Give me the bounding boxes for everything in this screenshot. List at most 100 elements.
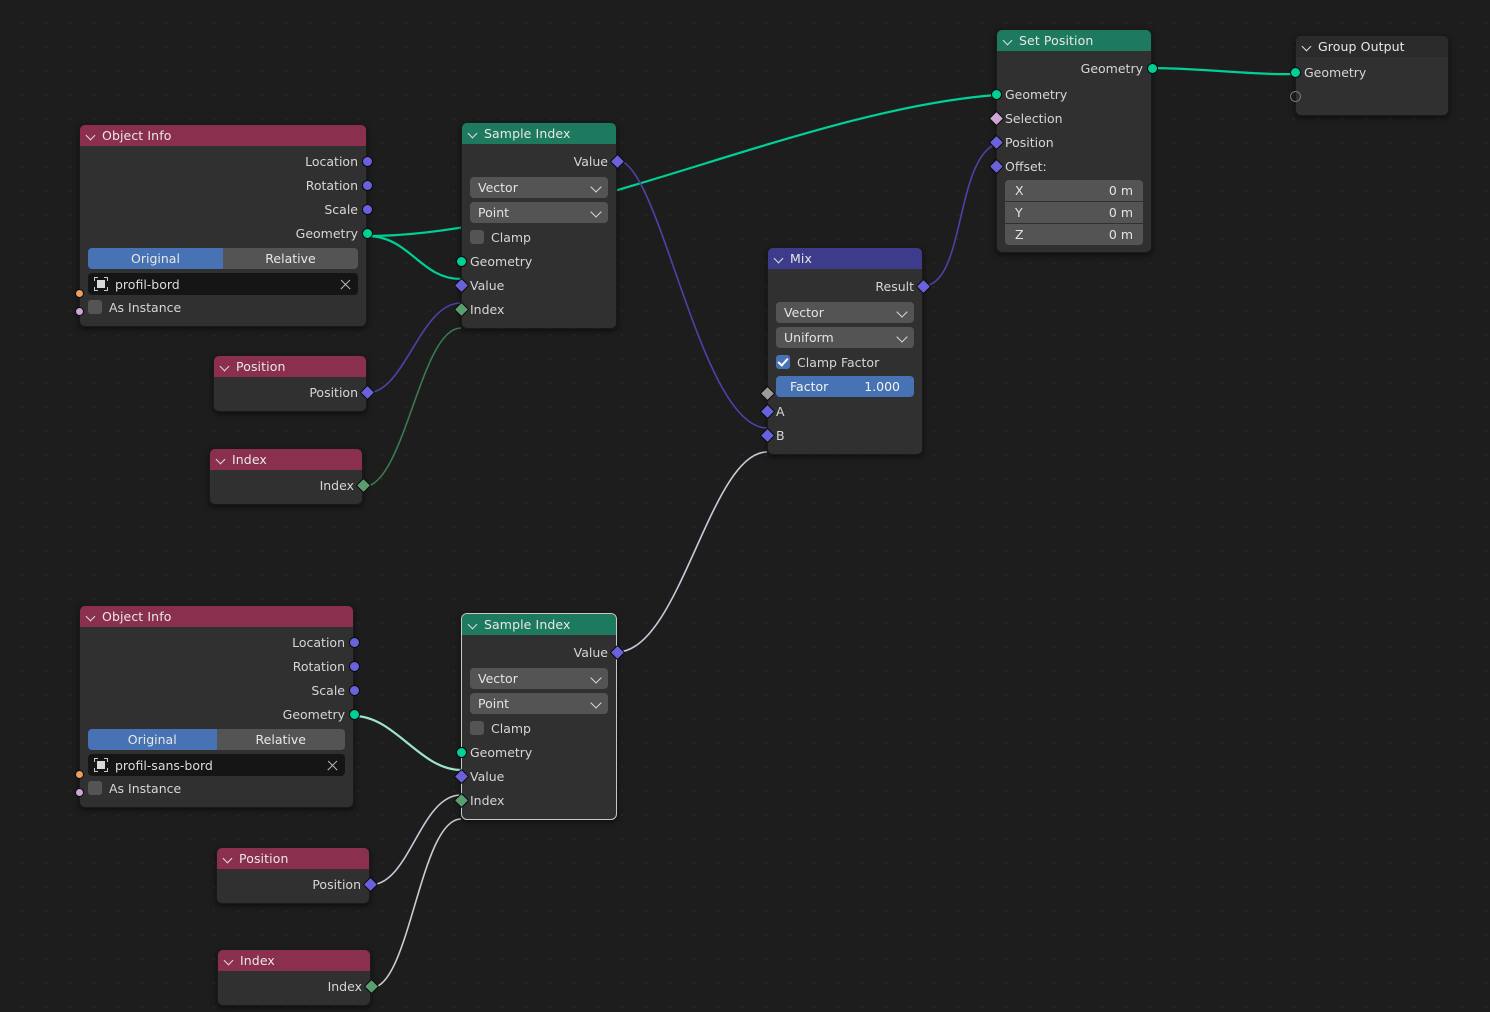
input-geometry[interactable]: Geometry [455, 249, 616, 273]
factor-mode-dropdown[interactable]: Uniform [776, 327, 914, 348]
object-field[interactable]: profil-sans-bord [88, 754, 345, 776]
chevron-down-icon[interactable] [468, 128, 479, 139]
node-header[interactable]: Position [214, 356, 366, 377]
node-header[interactable]: Index [218, 950, 370, 971]
socket-extend-input[interactable] [1289, 90, 1301, 102]
socket-geometry-output[interactable] [348, 708, 360, 720]
output-location[interactable]: Location [80, 630, 360, 654]
socket-a-input[interactable] [759, 403, 775, 419]
socket-location-output[interactable] [348, 636, 360, 648]
clamp-factor-checkbox[interactable] [776, 355, 790, 369]
output-position[interactable]: Position [214, 380, 375, 404]
input-value[interactable]: Value [453, 764, 616, 788]
close-icon[interactable] [339, 278, 352, 291]
output-value[interactable]: Value [462, 147, 625, 175]
toggle-relative[interactable]: Relative [223, 248, 358, 269]
toggle-original[interactable]: Original [88, 729, 217, 750]
node-header[interactable]: Object Info [80, 125, 366, 146]
input-a[interactable]: A [759, 399, 922, 423]
chevron-down-icon[interactable] [1302, 41, 1313, 52]
as-instance-checkbox[interactable] [88, 781, 102, 795]
node-sample-index-bottom[interactable]: Sample Index Value Vector Point Clamp Ge… [453, 613, 625, 820]
socket-value-input[interactable] [453, 768, 469, 784]
input-selection[interactable]: Selection [988, 106, 1151, 130]
object-field[interactable]: profil-bord [88, 273, 358, 295]
as-instance-row[interactable]: As Instance [80, 295, 366, 319]
socket-value-output[interactable] [609, 644, 625, 660]
output-index[interactable]: Index [218, 974, 379, 998]
node-object-info-top[interactable]: Object Info Location Rotation Scale Geom… [75, 124, 373, 327]
output-scale[interactable]: Scale [80, 678, 360, 702]
output-index[interactable]: Index [210, 473, 371, 497]
domain-dropdown[interactable]: Point [470, 202, 608, 223]
input-index[interactable]: Index [453, 788, 616, 812]
as-instance-row[interactable]: As Instance [80, 776, 353, 800]
output-geometry[interactable]: Geometry [80, 702, 360, 726]
clamp-factor-row[interactable]: Clamp Factor [768, 350, 922, 374]
data-type-dropdown[interactable]: Vector [470, 177, 608, 198]
socket-value-input[interactable] [453, 277, 469, 293]
input-index[interactable]: Index [453, 297, 616, 321]
chevron-down-icon[interactable] [220, 361, 231, 372]
input-geometry[interactable]: Geometry [455, 740, 616, 764]
close-icon[interactable] [326, 759, 339, 772]
as-instance-checkbox[interactable] [88, 300, 102, 314]
transform-space-toggle[interactable]: Original Relative [88, 729, 345, 750]
socket-geometry-output[interactable] [361, 227, 373, 239]
socket-rotation-output[interactable] [361, 179, 373, 191]
data-type-dropdown-row[interactable]: Vector [768, 300, 922, 325]
node-header[interactable]: Set Position [997, 30, 1151, 51]
socket-as-instance-input[interactable] [75, 307, 84, 316]
input-geometry[interactable]: Geometry [1289, 60, 1448, 84]
chevron-down-icon[interactable] [86, 130, 97, 141]
socket-object-input[interactable] [75, 289, 84, 298]
socket-scale-output[interactable] [348, 684, 360, 696]
socket-object-input[interactable] [75, 770, 84, 779]
node-header[interactable]: Sample Index [462, 123, 616, 144]
node-mix[interactable]: Mix Result Vector Uniform Clamp Factor F… [759, 247, 931, 455]
clamp-row[interactable]: Clamp [462, 716, 616, 740]
offset-y-field[interactable]: Y 0 m [1005, 202, 1143, 223]
output-geometry[interactable]: Geometry [997, 54, 1158, 82]
socket-position-output[interactable] [362, 876, 378, 892]
toggle-relative[interactable]: Relative [216, 729, 345, 750]
socket-index-output[interactable] [355, 477, 371, 493]
clamp-row[interactable]: Clamp [462, 225, 616, 249]
chevron-down-icon[interactable] [1003, 35, 1014, 46]
socket-geometry-input[interactable] [455, 255, 467, 267]
socket-result-output[interactable] [915, 278, 931, 294]
socket-index-input[interactable] [453, 792, 469, 808]
socket-geometry-output[interactable] [1146, 62, 1158, 74]
offset-x-field[interactable]: X 0 m [1005, 180, 1143, 201]
clamp-checkbox[interactable] [470, 721, 484, 735]
socket-geometry-input[interactable] [990, 88, 1002, 100]
output-value[interactable]: Value [462, 638, 625, 666]
socket-index-output[interactable] [363, 978, 379, 994]
node-header[interactable]: Position [217, 848, 369, 869]
node-header[interactable]: Index [210, 449, 362, 470]
output-location[interactable]: Location [80, 149, 373, 173]
input-position[interactable]: Position [988, 130, 1151, 154]
node-object-info-bottom[interactable]: Object Info Location Rotation Scale Geom… [75, 605, 360, 808]
input-value[interactable]: Value [453, 273, 616, 297]
output-scale[interactable]: Scale [80, 197, 373, 221]
node-set-position[interactable]: Set Position Geometry Geometry Selection… [988, 29, 1158, 253]
socket-geometry-input[interactable] [1289, 66, 1301, 78]
chevron-down-icon[interactable] [86, 611, 97, 622]
socket-index-input[interactable] [453, 301, 469, 317]
socket-position-output[interactable] [359, 384, 375, 400]
output-position[interactable]: Position [217, 872, 378, 896]
domain-dropdown-row[interactable]: Point [462, 691, 616, 716]
output-rotation[interactable]: Rotation [80, 654, 360, 678]
socket-value-output[interactable] [609, 153, 625, 169]
output-result[interactable]: Result [768, 272, 931, 300]
socket-selection-input[interactable] [988, 110, 1004, 126]
socket-position-input[interactable] [988, 134, 1004, 150]
chevron-down-icon[interactable] [774, 253, 785, 264]
input-geometry[interactable]: Geometry [990, 82, 1151, 106]
data-type-dropdown-row[interactable]: Vector [462, 666, 616, 691]
node-position-top[interactable]: Position Position [213, 355, 375, 412]
node-index-top[interactable]: Index Index [209, 448, 371, 505]
data-type-dropdown[interactable]: Vector [470, 668, 608, 689]
node-header[interactable]: Sample Index [462, 614, 616, 635]
